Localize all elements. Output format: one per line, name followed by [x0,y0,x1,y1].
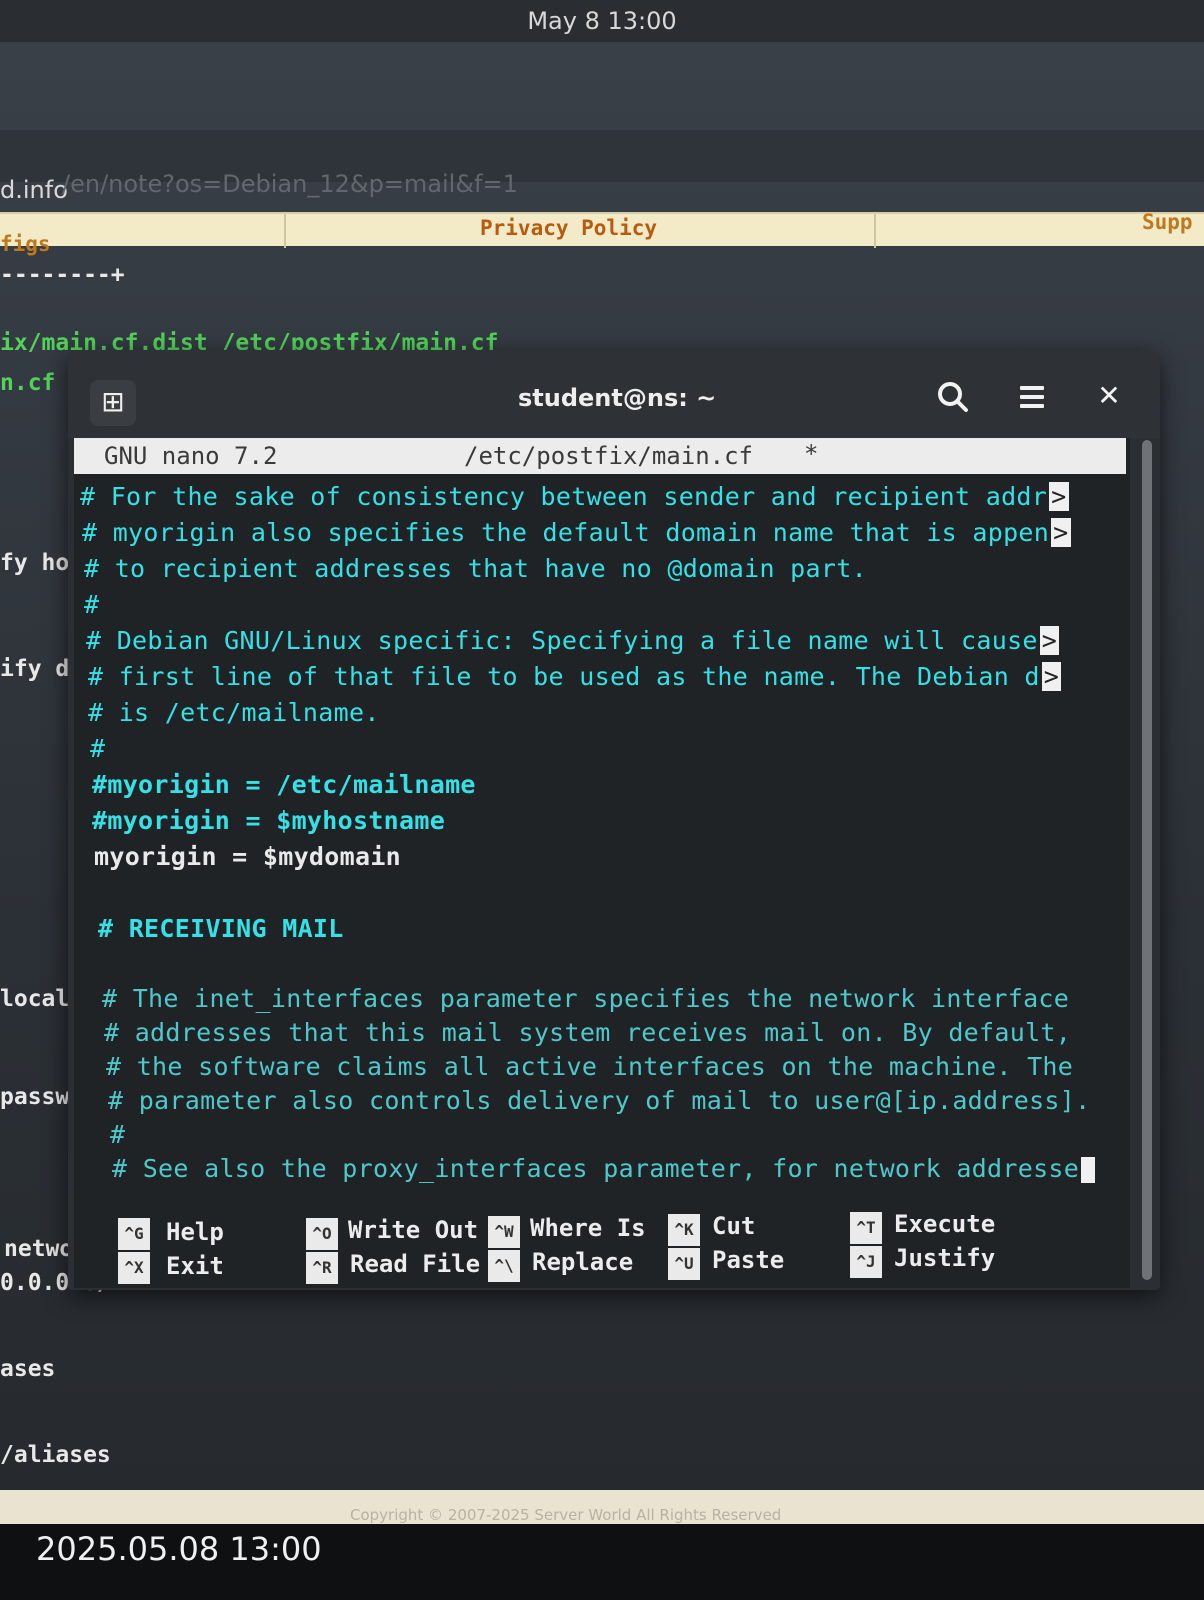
close-button[interactable]: ✕ [1084,372,1134,422]
shortcut-execute[interactable]: Execute [894,1210,995,1238]
hamburger-icon [1020,386,1044,390]
shortcut-key: ^O [306,1218,338,1250]
system-clock[interactable]: May 8 13:00 [527,7,676,35]
shortcut-key: ^\ [488,1250,520,1282]
hamburger-icon [1020,395,1044,399]
url-path-text: /en/note?os=Debian_12&p=mail&f=1 [62,170,518,198]
shortcut-read-file[interactable]: Read File [350,1250,480,1278]
menu-configs-link[interactable]: figs [0,232,51,256]
editor-line[interactable]: # [84,590,99,619]
menu-support-link[interactable]: Supp [1142,210,1193,234]
shortcut-exit[interactable]: Exit [166,1252,224,1280]
editor-line[interactable]: # to recipient addresses that have no @d… [84,554,867,583]
menu-separator [874,214,876,248]
shortcut-key: ^R [306,1252,338,1284]
photo-timestamp: 2025.05.08 13:00 [36,1530,322,1568]
editor-line[interactable]: #myorigin = $myhostname [92,806,445,835]
editor-line[interactable]: # For the sake of consistency between se… [80,482,1069,511]
shortcut-key: ^G [118,1218,150,1250]
shortcut-write-out[interactable]: Write Out [348,1216,478,1244]
bg-text-fragment: /aliases [0,1442,111,1468]
shortcut-help[interactable]: Help [166,1218,224,1246]
editor-line[interactable]: # Debian GNU/Linux specific: Specifying … [86,626,1060,655]
shortcut-cut[interactable]: Cut [712,1212,755,1240]
nano-title-bar: GNU nano 7.2 /etc/postfix/main.cf * [74,438,1126,474]
line-overflow-marker: > [1039,626,1060,655]
hamburger-icon [1020,404,1044,408]
search-button[interactable] [928,372,978,422]
terminal-title: student@ns: ~ [518,384,717,412]
nano-modified-marker: * [804,440,819,468]
nano-filename: /etc/postfix/main.cf [464,442,753,470]
bg-main-cf-text: n.cf [0,370,56,396]
system-top-bar: May 8 13:00 [0,0,1204,42]
shortcut-key: ^J [850,1246,882,1278]
editor-line[interactable]: # The inet_interfaces parameter specifie… [102,984,1069,1013]
editor-line[interactable]: # See also the proxy_interfaces paramete… [112,1154,1096,1183]
editor-line[interactable]: # RECEIVING MAIL [98,914,344,943]
editor-line[interactable]: # [110,1120,125,1149]
shortcut-key: ^K [668,1214,700,1246]
shortcut-key: ^U [668,1248,700,1280]
terminal-scrollbar[interactable] [1140,440,1154,1280]
terminal-content[interactable]: GNU nano 7.2 /etc/postfix/main.cf * # Fo… [74,438,1130,1288]
shortcut-key: ^T [850,1212,882,1244]
line-overflow-marker: > [1049,482,1069,511]
close-icon: ✕ [1097,379,1121,412]
shortcut-paste[interactable]: Paste [712,1246,784,1274]
editor-line[interactable]: # addresses that this mail system receiv… [104,1018,1071,1047]
bg-text-fragment: ify d [0,656,70,682]
text-cursor [1081,1157,1096,1183]
editor-line[interactable]: # [90,734,105,763]
bg-text-fragment: ases [0,1356,56,1382]
shortcut-replace[interactable]: Replace [532,1248,633,1276]
url-host-text: d.info [0,176,68,204]
editor-line[interactable]: # first line of that file to be used as … [88,662,1062,691]
menu-separator [284,214,286,248]
shortcut-where-is[interactable]: Where Is [530,1214,646,1242]
menu-button[interactable] [1006,372,1056,422]
terminal-window[interactable]: ⊞ student@ns: ~ ✕ GNU nano 7.2 /etc/post… [68,350,1160,1290]
scrollbar-thumb[interactable] [1142,440,1152,1280]
line-overflow-marker: > [1051,518,1071,547]
plus-icon: ⊞ [101,385,125,418]
site-copyright: Copyright © 2007-2025 Server World All R… [350,1506,782,1524]
menu-privacy-policy-link[interactable]: Privacy Policy [480,216,657,240]
editor-line[interactable]: myorigin = $mydomain [94,842,401,871]
editor-line[interactable]: # the software claims all active interfa… [106,1052,1073,1081]
editor-line[interactable]: # parameter also controls delivery of ma… [108,1086,1090,1115]
line-overflow-marker: > [1041,662,1062,691]
terminal-header-bar[interactable]: ⊞ student@ns: ~ ✕ [68,350,1160,438]
editor-line[interactable]: #myorigin = /etc/mailname [92,770,476,799]
nano-version: GNU nano 7.2 [104,442,278,470]
new-tab-button[interactable]: ⊞ [90,380,136,426]
bg-dashes: --------+ [0,262,125,288]
editor-line[interactable]: # is /etc/mailname. [88,698,380,727]
shortcut-key: ^W [488,1216,520,1248]
search-icon [938,382,968,412]
editor-line[interactable]: # myorigin also specifies the default do… [82,518,1071,547]
shortcut-key: ^X [118,1252,150,1284]
shortcut-justify[interactable]: Justify [894,1244,995,1272]
